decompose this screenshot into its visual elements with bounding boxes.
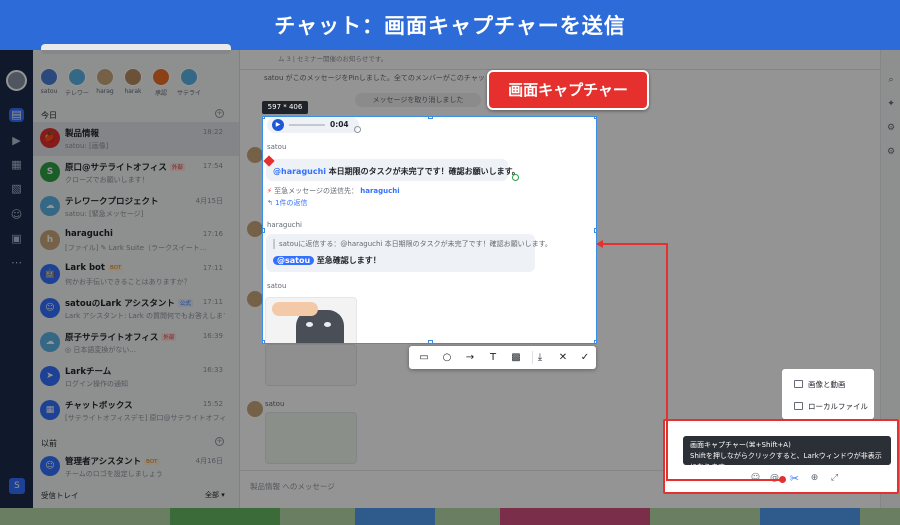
capture-size-badge: 597 * 406 <box>262 101 308 114</box>
resize-handle[interactable] <box>263 340 265 343</box>
screenshot-tooltip: 画面キャプチャー(⌘+Shift+A) Shiftを押しながらクリックすると、L… <box>683 436 891 471</box>
urgent-to-name[interactable]: haraguchi <box>360 187 399 195</box>
menu-item-images[interactable]: 画像と動画 <box>794 379 846 390</box>
read-status-icon <box>354 126 361 133</box>
rectangle-icon[interactable]: ▭ <box>416 350 432 365</box>
capture-toolbar: ▭ ○ → T ▩ ⤓ ✕ ✓ <box>409 346 596 369</box>
close-icon[interactable]: ✕ <box>555 350 571 365</box>
reply-quote: satouに返信する：@haraguchi 本日期限のタスクが未完了です！確認お… <box>273 239 552 249</box>
folder-icon <box>794 402 803 410</box>
sender-name: satou <box>267 282 287 290</box>
attach-menu: 画像と動画 ローカルファイル <box>782 369 874 419</box>
mosaic-icon[interactable]: ▩ <box>508 350 524 365</box>
audio-message[interactable]: ▶ 0:04 <box>267 117 359 133</box>
image-icon <box>794 380 803 388</box>
capture-region[interactable]: ▶ 0:04 satou @haraguchi 本日期限のタスクが未完了です！確… <box>262 116 597 344</box>
play-icon[interactable]: ▶ <box>272 119 284 131</box>
reply-count-link[interactable]: ↰ 1件の返信 <box>267 198 308 208</box>
add-icon[interactable]: ⊕ <box>808 472 821 485</box>
download-icon[interactable]: ⤓ <box>532 350 548 365</box>
cat-sticker[interactable] <box>265 297 357 343</box>
text-icon[interactable]: T <box>485 350 501 365</box>
expand-icon[interactable]: ⤢ <box>828 472 841 485</box>
resize-handle[interactable] <box>263 117 265 119</box>
audio-progress[interactable] <box>289 124 325 126</box>
tooltip-line1: 画面キャプチャー(⌘+Shift+A) <box>690 441 791 449</box>
sender-name: satou <box>267 143 287 151</box>
callout-label: 画面キャプチャー <box>487 70 649 110</box>
mention-satou[interactable]: @satou <box>273 256 315 265</box>
reply-message: @satou 至急確認します！ <box>273 255 381 266</box>
page-banner: チャット：画面キャプチャーを送信 <box>0 0 900 50</box>
menu-item-local-file[interactable]: ローカルファイル <box>794 401 868 412</box>
scissors-icon[interactable]: ✂ <box>788 472 801 485</box>
background-banner-strip <box>0 508 900 525</box>
connector-dot <box>779 476 786 483</box>
arrow-icon[interactable]: → <box>462 350 478 365</box>
urgent-recipient-line: ⚡ 至急メッセージの送信先： haraguchi <box>267 187 400 195</box>
checkmark-icon[interactable]: ✓ <box>577 350 593 365</box>
connector-line <box>602 243 667 245</box>
circle-icon[interactable]: ○ <box>439 350 455 365</box>
urgent-to-label: 至急メッセージの送信先： <box>274 187 359 195</box>
audio-duration: 0:04 <box>330 120 349 129</box>
resize-handle[interactable] <box>428 340 433 343</box>
tooltip-line2: Shiftを押しながらクリックすると、Larkウィンドウが非表示になります <box>690 452 882 471</box>
reply-message-text: 至急確認します！ <box>316 256 381 265</box>
sender-name: haraguchi <box>267 221 303 229</box>
connector-line <box>666 479 782 481</box>
connector-line <box>666 243 668 480</box>
resize-handle[interactable] <box>594 117 596 119</box>
resize-handle[interactable] <box>428 117 433 119</box>
read-status-icon <box>512 174 519 181</box>
resize-handle[interactable] <box>594 340 596 343</box>
mention-haraguchi[interactable]: @haraguchi <box>273 167 326 176</box>
resize-handle[interactable] <box>263 228 265 233</box>
urgent-message: @haraguchi 本日期限のタスクが未完了です！確認お願いします。 <box>273 166 520 177</box>
urgent-message-text: 本日期限のタスクが未完了です！確認お願いします。 <box>328 167 520 176</box>
resize-handle[interactable] <box>594 228 596 233</box>
